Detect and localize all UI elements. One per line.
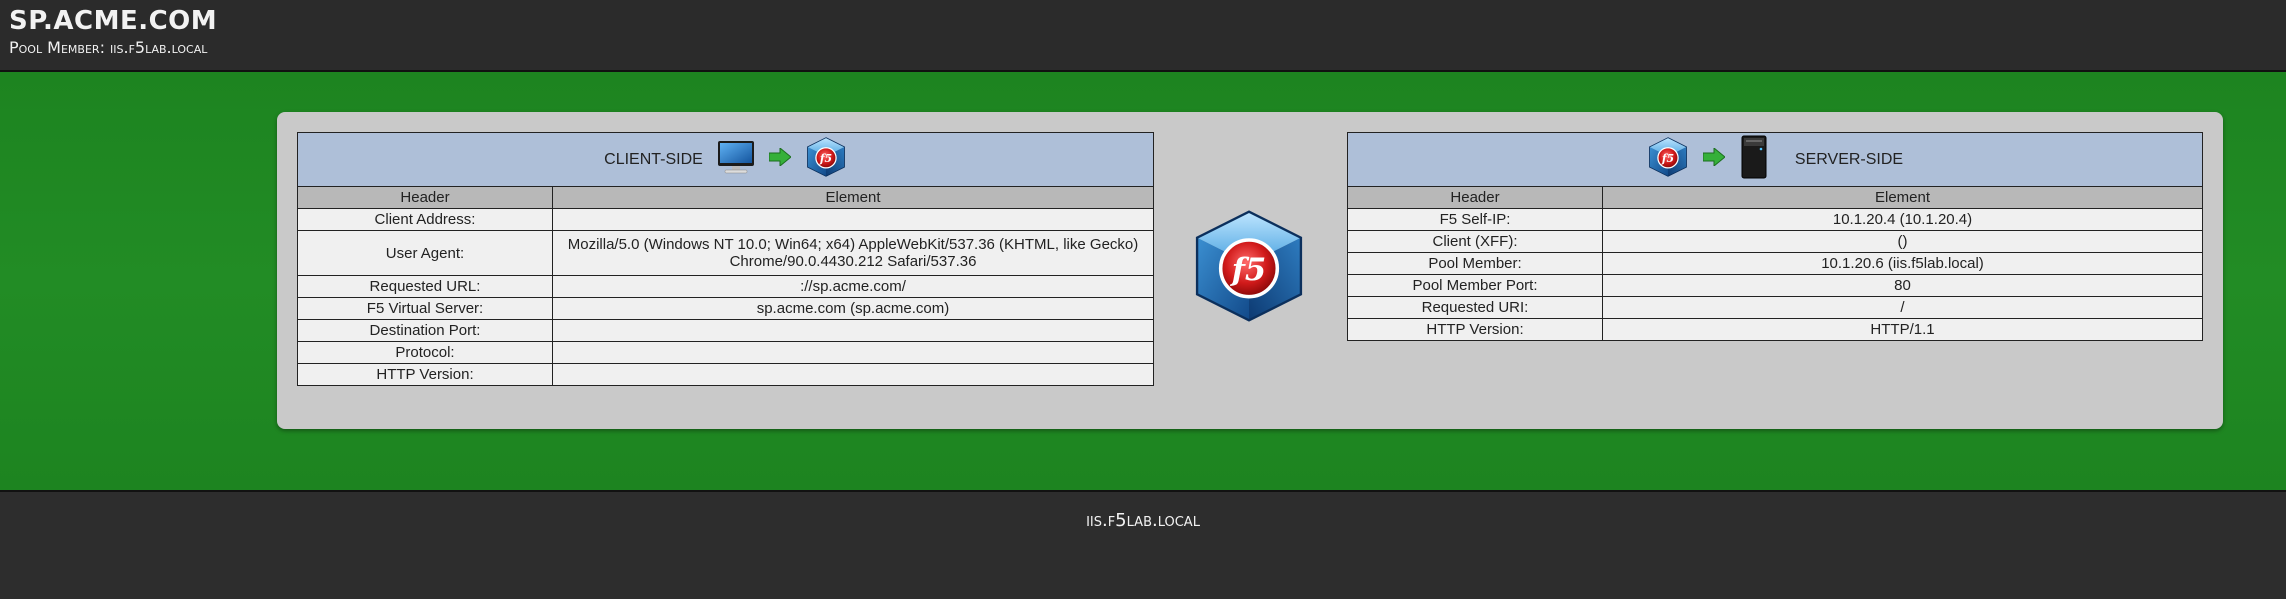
table-row: Pool Member: 10.1.20.6 (iis.f5lab.local) xyxy=(1347,252,2203,275)
row-header: HTTP Version: xyxy=(1347,318,1603,341)
footer-hostname: iis.f5lab.local xyxy=(1086,510,1200,531)
f5-logo-icon xyxy=(1190,204,1308,333)
row-header: Client Address: xyxy=(297,208,553,231)
footer-bar: iis.f5lab.local xyxy=(0,490,2286,599)
table-row: Requested URL: ://sp.acme.com/ xyxy=(297,275,1154,298)
table-row: F5 Self-IP: 10.1.20.4 (10.1.20.4) xyxy=(1347,208,2203,231)
row-value: / xyxy=(1602,296,2203,319)
row-value: sp.acme.com (sp.acme.com) xyxy=(552,297,1154,320)
table-row: HTTP Version: HTTP/1.1 xyxy=(1347,318,2203,341)
row-header: HTTP Version: xyxy=(297,363,553,386)
table-row: Client (XFF): () xyxy=(1347,230,2203,253)
green-arrow-icon xyxy=(1702,146,1726,171)
table-row: Client Address: xyxy=(297,208,1154,231)
row-value: ://sp.acme.com/ xyxy=(552,275,1154,298)
row-header: Destination Port: xyxy=(297,319,553,342)
row-header: F5 Virtual Server: xyxy=(297,297,553,320)
server-side-caption: SERVER-SIDE xyxy=(1347,132,2203,187)
row-header: User Agent: xyxy=(297,230,553,276)
table-row: Protocol: xyxy=(297,341,1154,364)
row-header: Pool Member Port: xyxy=(1347,274,1603,297)
table-row: Requested URI: / xyxy=(1347,296,2203,319)
row-value: 80 xyxy=(1602,274,2203,297)
row-value xyxy=(552,341,1154,364)
client-side-caption: CLIENT-SIDE xyxy=(297,132,1154,187)
row-value: Mozilla/5.0 (Windows NT 10.0; Win64; x64… xyxy=(552,230,1154,276)
client-side-table: CLIENT-SIDE Header Element Client Addres… xyxy=(297,132,1154,386)
client-col-header: Header xyxy=(297,186,553,209)
f5-logo-icon xyxy=(805,136,847,183)
client-side-title: CLIENT-SIDE xyxy=(604,150,703,168)
table-row: Pool Member Port: 80 xyxy=(1347,274,2203,297)
green-arrow-icon xyxy=(768,146,792,171)
table-row: F5 Virtual Server: sp.acme.com (sp.acme.… xyxy=(297,297,1154,320)
monitor-icon xyxy=(717,140,755,179)
pool-member-subtitle: Pool Member: iis.f5lab.local xyxy=(9,38,208,57)
row-value: HTTP/1.1 xyxy=(1602,318,2203,341)
server-tower-icon xyxy=(1739,135,1769,184)
server-side-table: SERVER-SIDE Header Element F5 Self-IP: 1… xyxy=(1347,132,2203,341)
row-header: Client (XFF): xyxy=(1347,230,1603,253)
site-title: SP.ACME.COM xyxy=(9,6,218,36)
f5-logo-icon xyxy=(1647,136,1689,183)
server-col-element: Element xyxy=(1602,186,2203,209)
row-value: 10.1.20.6 (iis.f5lab.local) xyxy=(1602,252,2203,275)
row-header: Requested URI: xyxy=(1347,296,1603,319)
client-col-element: Element xyxy=(552,186,1154,209)
row-header: F5 Self-IP: xyxy=(1347,208,1603,231)
row-header: Protocol: xyxy=(297,341,553,364)
row-value: 10.1.20.4 (10.1.20.4) xyxy=(1602,208,2203,231)
server-side-title: SERVER-SIDE xyxy=(1794,150,1904,168)
table-row: User Agent: Mozilla/5.0 (Windows NT 10.0… xyxy=(297,230,1154,276)
server-col-header: Header xyxy=(1347,186,1603,209)
table-row: HTTP Version: xyxy=(297,363,1154,386)
row-value xyxy=(552,208,1154,231)
row-value: () xyxy=(1602,230,2203,253)
info-panel: CLIENT-SIDE Header Element Client Addres… xyxy=(277,112,2223,429)
row-header: Pool Member: xyxy=(1347,252,1603,275)
row-value xyxy=(552,363,1154,386)
row-header: Requested URL: xyxy=(297,275,553,298)
row-value xyxy=(552,319,1154,342)
table-row: Destination Port: xyxy=(297,319,1154,342)
top-header-bar: SP.ACME.COM Pool Member: iis.f5lab.local xyxy=(0,0,2286,72)
